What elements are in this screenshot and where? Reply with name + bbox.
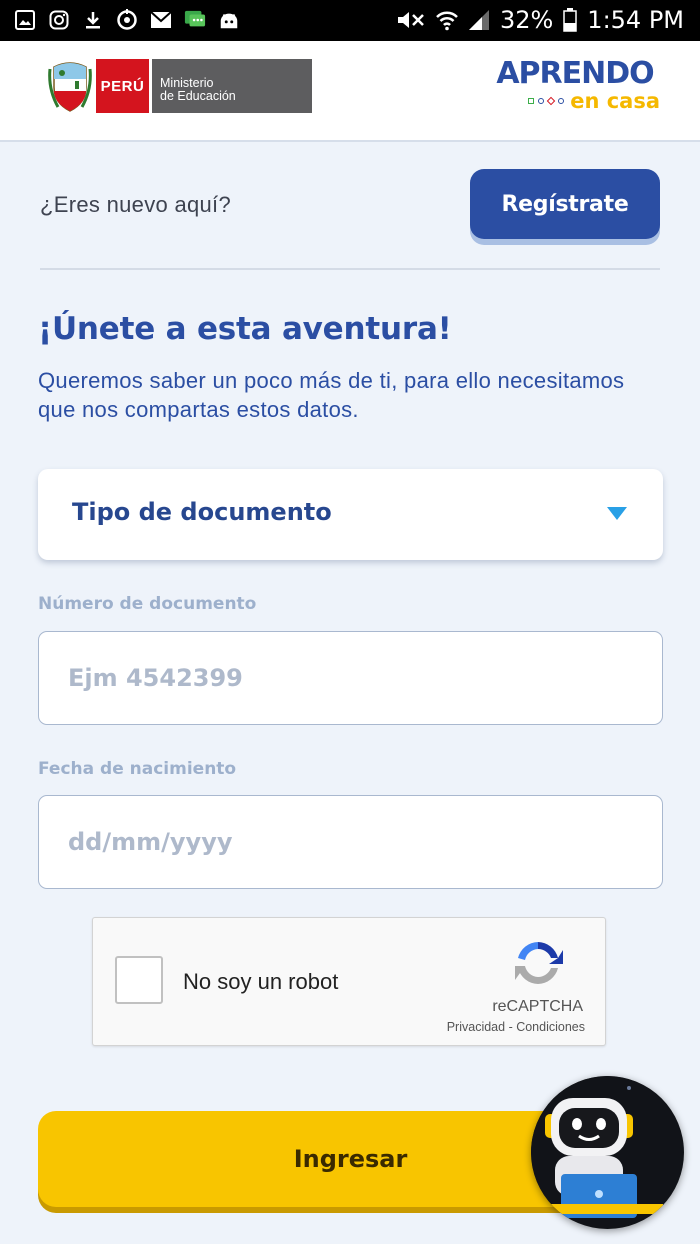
system-status: 32% 1:54 PM	[396, 6, 684, 34]
mute-icon	[396, 9, 426, 31]
recaptcha-brand: reCAPTCHA	[492, 998, 583, 1015]
birth-date-label: Fecha de nacimiento	[38, 759, 237, 779]
terms-link[interactable]: Condiciones	[516, 1020, 585, 1034]
logo-subtitle: en casa	[570, 89, 660, 113]
download-icon	[82, 9, 104, 31]
recaptcha-widget: No soy un robot reCAPTCHA Privacidad - C…	[92, 917, 606, 1046]
privacy-link[interactable]: Privacidad	[447, 1020, 505, 1034]
aprendo-en-casa-logo: APRENDO en casa	[490, 59, 660, 119]
android-icon	[218, 9, 240, 31]
mail-icon	[150, 9, 172, 31]
document-type-select[interactable]: Tipo de documento	[38, 469, 663, 560]
register-button[interactable]: Regístrate	[470, 169, 660, 239]
peru-coat-of-arms-icon	[48, 62, 92, 112]
recaptcha-label: No soy un robot	[183, 969, 339, 994]
sync-icon	[116, 9, 138, 31]
ministry-label: Ministerio de Educación	[152, 59, 312, 113]
document-number-input[interactable]	[38, 631, 663, 725]
status-bar: 32% 1:54 PM	[0, 0, 700, 41]
logo-shapes-icon	[528, 96, 565, 106]
notification-icons	[14, 9, 240, 31]
new-user-question: ¿Eres nuevo aquí?	[40, 192, 231, 217]
recaptcha-checkbox[interactable]	[115, 956, 163, 1004]
chatbot-button[interactable]	[531, 1076, 684, 1229]
image-icon	[14, 9, 36, 31]
instagram-icon	[48, 9, 70, 31]
battery-icon	[563, 8, 578, 32]
recaptcha-links: Privacidad - Condiciones	[446, 1020, 585, 1034]
form-title: ¡Únete a esta aventura!	[38, 311, 452, 347]
wifi-icon	[436, 9, 458, 31]
document-number-label: Número de documento	[38, 594, 257, 614]
battery-percent: 32%	[499, 6, 554, 34]
divider	[40, 268, 660, 270]
clock: 1:54 PM	[587, 6, 684, 34]
app-header: PERÚ Ministerio de Educación APRENDO en …	[0, 41, 700, 142]
signal-icon	[468, 9, 490, 31]
recaptcha-icon	[515, 942, 563, 984]
chat-icon	[184, 9, 206, 31]
chevron-down-icon	[607, 507, 627, 520]
form-subtitle: Queremos saber un poco más de ti, para e…	[38, 368, 625, 422]
peru-label: PERÚ	[96, 59, 149, 113]
robot-icon	[531, 1076, 683, 1228]
document-type-label: Tipo de documento	[72, 498, 332, 526]
logo-title: APRENDO	[496, 56, 654, 91]
government-logo: PERÚ Ministerio de Educación	[48, 59, 312, 113]
birth-date-input[interactable]	[38, 795, 663, 889]
